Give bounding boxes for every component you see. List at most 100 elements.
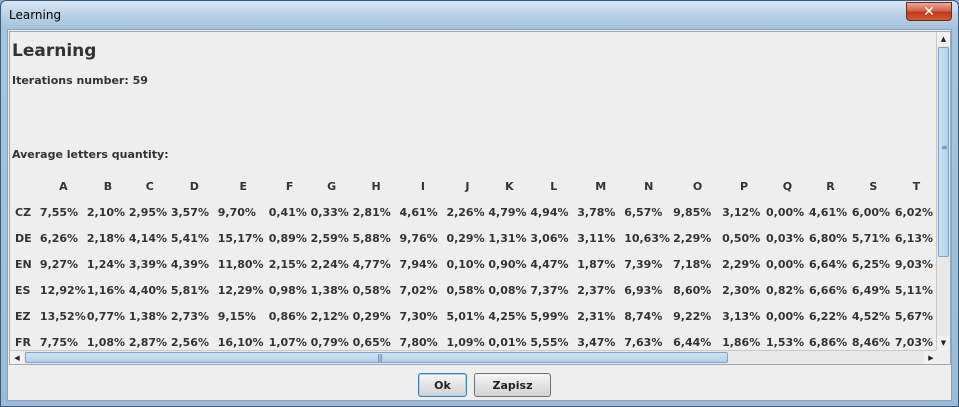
table-cell: 0,58% [352, 283, 391, 297]
arrow-right-icon: ▶ [928, 353, 934, 362]
column-header: S [869, 179, 878, 193]
column-header: P [740, 179, 749, 193]
ok-button[interactable]: Ok [418, 373, 467, 397]
table-cell: 4,25% [488, 309, 527, 323]
close-button[interactable]: ✕ [906, 2, 952, 21]
vertical-scroll-thumb[interactable]: ≡ [938, 47, 949, 257]
table-cell: 0,86% [268, 309, 307, 323]
column-header: I [420, 179, 426, 193]
vertical-scrollbar[interactable]: ▲ ≡ ▼ [936, 32, 950, 350]
table-cell: 3,11% [577, 231, 616, 245]
save-button[interactable]: Zapisz [474, 373, 551, 397]
table-cell: 6,13% [894, 231, 934, 245]
table-cell: 7,39% [624, 257, 663, 271]
table-cell: 6,00% [851, 205, 891, 219]
row-language-label: CZ [15, 205, 32, 219]
table-cell: 7,02% [399, 283, 438, 297]
table-cell: 11,80% [217, 257, 264, 271]
title-bar[interactable]: Learning ✕ [1, 1, 958, 29]
column-header: L [550, 179, 558, 193]
table-row: CZ 7,55% 2,10% 2,95% 3,57% 9,70% 0,41% 0,33% 2,8… [10, 199, 938, 225]
table-cell: 2,56% [170, 335, 209, 349]
table-cell: 4,61% [808, 205, 848, 219]
table-cell: 0,50% [722, 231, 761, 245]
table-cell: 0,00% [766, 257, 805, 271]
table-cell: 1,31% [488, 231, 527, 245]
column-header: G [327, 179, 337, 193]
column-header: R [826, 179, 835, 193]
table-cell: 1,53% [766, 335, 805, 349]
button-bar: Ok Zapisz [8, 366, 951, 400]
table-cell: 0,08% [488, 283, 527, 297]
table-cell: 13,52% [39, 309, 86, 323]
table-row: ES 12,92% 1,16% 4,40% 5,81% 12,29% 0,98% 1,38% 0… [10, 277, 938, 303]
arrow-up-icon: ▲ [940, 35, 947, 43]
table-cell: 3,06% [530, 231, 569, 245]
table-cell: 9,27% [39, 257, 79, 271]
table-cell: 2,73% [170, 309, 209, 323]
table-cell: 9,03% [894, 257, 934, 271]
table-cell: 6,93% [624, 283, 663, 297]
table-cell: 2,15% [268, 257, 307, 271]
table-cell: 5,67% [894, 309, 934, 323]
table-cell: 2,24% [310, 257, 349, 271]
horizontal-scrollbar[interactable]: ◀ ||| ▶ [10, 350, 938, 364]
table-cell: 1,38% [128, 309, 168, 323]
scroll-down-button[interactable]: ▼ [937, 336, 950, 350]
table-cell: 0,58% [446, 283, 485, 297]
table-corner [10, 173, 40, 199]
table-cell: 3,57% [170, 205, 209, 219]
row-language-label: EN [15, 257, 32, 271]
table-cell: 9,15% [217, 309, 256, 323]
arrow-left-icon: ◀ [14, 353, 20, 362]
table-cell: 0,41% [268, 205, 307, 219]
table-cell: 4,94% [530, 205, 569, 219]
learning-window: Learning ✕ Learning Iterations number: 5… [0, 0, 959, 407]
table-cell: 0,90% [488, 257, 527, 271]
scroll-up-button[interactable]: ▲ [937, 32, 950, 46]
grip-icon: ≡ [941, 143, 948, 152]
table-cell: 2,87% [128, 335, 168, 349]
table-cell: 3,39% [128, 257, 168, 271]
table-row: DE 6,26% 2,18% 4,14% 5,41% 15,17% 0,89% 2,59% 5,… [10, 225, 938, 251]
results-scroll-pane[interactable]: Learning Iterations number: 59 Average l… [9, 31, 951, 365]
table-cell: 1,09% [446, 335, 485, 349]
table-cell: 6,44% [673, 335, 712, 349]
table-cell: 12,29% [217, 283, 264, 297]
table-cell: 2,30% [722, 283, 761, 297]
table-cell: 7,80% [399, 335, 438, 349]
table-cell: 6,86% [808, 335, 848, 349]
horizontal-scroll-thumb[interactable]: ||| [25, 352, 728, 363]
column-header: A [59, 179, 68, 193]
table-cell: 7,30% [399, 309, 438, 323]
table-cell: 1,24% [86, 257, 126, 271]
table-cell: 7,55% [39, 205, 79, 219]
average-letters-title: Average letters quantity: [12, 148, 169, 161]
table-cell: 5,11% [894, 283, 934, 297]
table-cell: 10,63% [624, 231, 671, 245]
table-cell: 6,64% [808, 257, 848, 271]
column-header: T [912, 179, 921, 193]
grip-icon: ||| [377, 353, 383, 362]
table-cell: 16,10% [217, 335, 264, 349]
table-cell: 12,92% [39, 283, 86, 297]
table-cell: 0,65% [352, 335, 391, 349]
table-cell: 4,40% [128, 283, 168, 297]
table-cell: 2,26% [446, 205, 485, 219]
column-header: J [465, 179, 470, 193]
letters-header-row: A B C D E F G H I J K L M N O P Q R S T [10, 173, 938, 199]
column-header: M [595, 179, 607, 193]
table-cell: 2,59% [310, 231, 349, 245]
table-cell: 0,77% [86, 309, 126, 323]
table-cell: 3,47% [577, 335, 616, 349]
column-header: K [505, 179, 514, 193]
iterations-label: Iterations number: 59 [12, 74, 148, 87]
column-header: Q [782, 179, 793, 193]
table-cell: 1,08% [86, 335, 126, 349]
table-cell: 0,29% [352, 309, 391, 323]
table-cell: 9,22% [673, 309, 712, 323]
scroll-left-button[interactable]: ◀ [10, 351, 24, 364]
table-cell: 1,87% [577, 257, 616, 271]
table-cell: 0,89% [268, 231, 307, 245]
table-cell: 5,01% [446, 309, 485, 323]
